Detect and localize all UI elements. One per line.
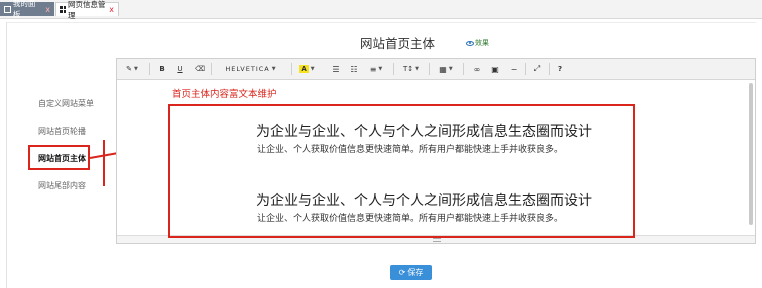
ol-icon[interactable]: ☷	[349, 63, 359, 75]
ul-icon[interactable]: ☰	[331, 63, 341, 75]
preview-link[interactable]: 效果	[466, 38, 489, 48]
frame-top-border	[6, 22, 756, 23]
font-color-button[interactable]: A ▼	[297, 63, 317, 75]
save-label: 保存	[407, 268, 424, 277]
toolbar-separator	[149, 63, 150, 75]
page-title: 网站首页主体	[360, 36, 436, 51]
home-icon	[4, 5, 11, 13]
menu-item-footer-content[interactable]: 网站尾部内容	[38, 180, 86, 191]
content-heading: 为企业与企业、个人与个人之间形成信息生态圈而设计	[256, 124, 592, 140]
hr-icon[interactable]: −	[509, 63, 519, 75]
toolbar-separator	[463, 63, 464, 75]
toolbar-separator	[525, 63, 526, 75]
tab-label: 我的面板	[12, 0, 36, 19]
table-icon[interactable]: ▦ ▼	[437, 63, 455, 75]
editor-toolbar: ✎ ▼ B U ⌫ HELVETICA ▼ A ▼ ☰ ☷ ≡ ▼ T↕ ▼ ▦ ▼ ∞ ▣…	[117, 59, 755, 80]
refresh-icon: ⟳	[398, 268, 406, 277]
resize-grip-icon[interactable]	[433, 238, 441, 242]
grid-icon	[60, 6, 66, 13]
bold-button[interactable]: B	[157, 63, 167, 75]
toolbar-separator	[549, 63, 550, 75]
tab-my-panel[interactable]: 我的面板 x	[0, 0, 54, 19]
fullscreen-icon[interactable]: ⤢	[531, 63, 543, 75]
align-icon[interactable]: ≡ ▼	[367, 63, 385, 75]
toolbar-separator	[211, 63, 212, 75]
annotation-text: 首页主体内容富文本维护	[172, 89, 277, 100]
save-button[interactable]: ⟳ 保存	[390, 265, 432, 280]
magic-wand-icon[interactable]: ✎ ▼	[122, 63, 142, 75]
help-button[interactable]: ?	[555, 63, 565, 75]
image-icon[interactable]: ▣	[489, 63, 501, 75]
toolbar-separator	[429, 63, 430, 75]
eraser-icon[interactable]: ⌫	[195, 63, 205, 75]
underline-button[interactable]: U	[175, 63, 185, 75]
toolbar-separator	[393, 63, 394, 75]
font-name: HELVETICA	[225, 65, 270, 73]
tab-label: 网页信息管理	[67, 0, 106, 20]
close-icon[interactable]: x	[109, 5, 114, 14]
content-subtext: 让企业、个人获取价值信息更快速简单。所有用户都能快速上手并收获良多。	[257, 145, 564, 155]
preview-label: 效果	[475, 39, 489, 47]
close-icon[interactable]: x	[45, 5, 50, 14]
tab-web-info-management[interactable]: 网页信息管理 x	[55, 0, 119, 20]
active-item-highlight	[28, 145, 90, 170]
link-icon[interactable]: ∞	[471, 63, 483, 75]
editor-scrollbar[interactable]	[749, 83, 753, 225]
content-subtext: 让企业、个人获取价值信息更快速简单。所有用户都能快速上手并收获良多。	[257, 214, 564, 224]
text-size-dropdown[interactable]: T↕ ▼	[401, 63, 421, 75]
toolbar-separator	[291, 63, 292, 75]
font-family-dropdown[interactable]: HELVETICA ▼	[217, 63, 285, 75]
eye-icon	[466, 40, 474, 46]
text-size-label: T↕	[402, 65, 414, 73]
active-item-indicator	[103, 140, 105, 186]
menu-item-home-carousel[interactable]: 网站首页轮播	[38, 126, 86, 137]
tab-bar: 我的面板 x 网页信息管理 x	[0, 0, 762, 20]
font-color-label: A	[299, 65, 309, 73]
content-heading: 为企业与企业、个人与个人之间形成信息生态圈而设计	[256, 193, 592, 209]
menu-item-custom-menu[interactable]: 自定义网站菜单	[38, 98, 94, 109]
frame-left-border	[6, 22, 7, 288]
